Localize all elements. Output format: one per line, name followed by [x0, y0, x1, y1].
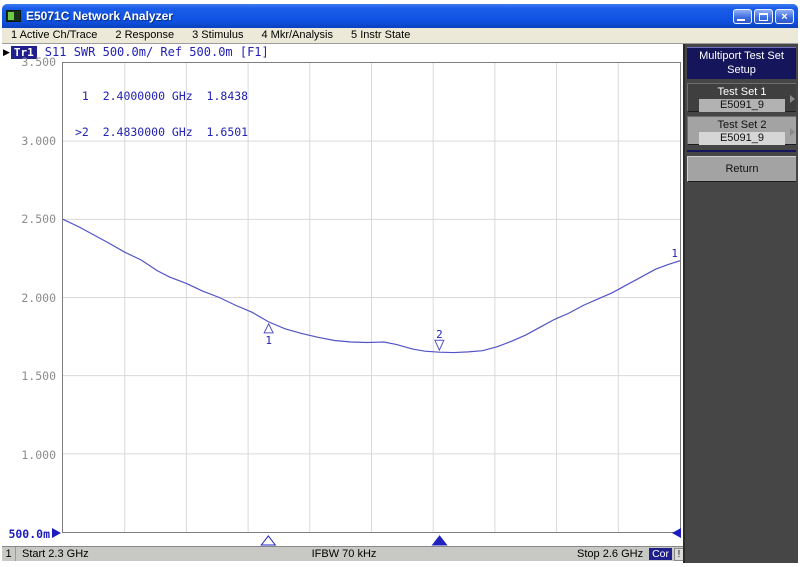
y-axis-label: 1.000	[21, 448, 56, 462]
softkey-sidebar: Multiport Test Set Setup Test Set 1 E509…	[683, 44, 798, 563]
submenu-arrow-icon	[790, 95, 795, 103]
softkey-test-set-1[interactable]: Test Set 1 E5091_9	[687, 83, 796, 112]
menu-bar: 1 Active Ch/Trace 2 Response 3 Stimulus …	[2, 28, 798, 44]
marker-1-stimulus-indicator[interactable]	[260, 535, 277, 546]
marker-position-strip	[260, 535, 448, 546]
menu-stimulus[interactable]: 3 Stimulus	[183, 28, 252, 43]
softkey-return-button[interactable]: Return	[687, 156, 796, 182]
window-title: E5071C Network Analyzer	[26, 9, 173, 23]
reference-level-label: 500.0m	[8, 527, 50, 541]
restore-icon	[759, 12, 768, 21]
window-controls: ×	[733, 8, 794, 24]
graph-area: 1 2 1 1 2.4000000 GHz 1.8438 >2 2.4830000 …	[62, 62, 681, 533]
menu-response[interactable]: 2 Response	[106, 28, 183, 43]
y-axis-label: 3.000	[21, 134, 56, 148]
channel-number: 1	[2, 547, 16, 561]
submenu-arrow-icon	[790, 128, 795, 136]
softkey-test-set-2-value: E5091_9	[699, 132, 785, 145]
status-bar-right: Stop 2.6 GHz Cor !	[577, 547, 686, 561]
reference-level-arrow-left-icon[interactable]	[52, 528, 61, 538]
softkey-menu-title: Multiport Test Set Setup	[687, 47, 796, 79]
softkey-test-set-1-label: Test Set 1	[717, 86, 767, 98]
status-bar: 1 Start 2.3 GHz IFBW 70 kHz Stop 2.6 GHz…	[2, 546, 686, 561]
marker-1-number: 1	[265, 334, 272, 347]
marker-readout: 1 2.4000000 GHz 1.8438 >2 2.4830000 GHz …	[75, 66, 248, 162]
marker-2-glyph[interactable]	[434, 339, 445, 352]
menu-instr-state[interactable]: 5 Instr State	[342, 28, 419, 43]
close-button[interactable]: ×	[775, 8, 794, 24]
marker-2-number: 2	[436, 328, 443, 341]
marker-2-stimulus-indicator[interactable]	[431, 535, 448, 546]
app-icon	[6, 10, 21, 22]
trace-parameters-text: S11 SWR 500.0m/ Ref 500.0m [F1]	[44, 45, 269, 59]
y-axis-label: 2.500	[21, 212, 56, 226]
y-axis-label: 2.000	[21, 291, 56, 305]
ifbw-label: IFBW 70 kHz	[311, 548, 377, 560]
softkey-test-set-2[interactable]: Test Set 2 E5091_9	[687, 116, 796, 145]
sweep-stop-label: Stop 2.6 GHz	[577, 548, 644, 560]
softkey-test-set-2-label: Test Set 2	[717, 119, 767, 131]
marker-readout-row-1: 1 2.4000000 GHz 1.8438	[75, 89, 249, 103]
sidebar-separator	[687, 150, 796, 152]
restore-button[interactable]	[754, 8, 773, 24]
y-axis-label: 1.500	[21, 369, 56, 383]
menu-mkr-analysis[interactable]: 4 Mkr/Analysis	[252, 28, 342, 43]
close-icon: ×	[781, 10, 788, 23]
minimize-icon	[737, 18, 745, 21]
softkey-test-set-1-value: E5091_9	[699, 99, 785, 112]
minimize-button[interactable]	[733, 8, 752, 24]
sweep-start-label: Start 2.3 GHz	[22, 548, 89, 560]
trace-end-label: 1	[671, 247, 678, 260]
title-bar: E5071C Network Analyzer ×	[2, 4, 798, 28]
menu-active-ch-trace[interactable]: 1 Active Ch/Trace	[2, 28, 106, 43]
marker-readout-row-2: >2 2.4830000 GHz 1.6501	[75, 125, 249, 139]
y-axis-label: 3.500	[21, 55, 56, 69]
marker-1-glyph[interactable]	[263, 322, 274, 334]
correction-status-badge: Cor	[649, 548, 672, 560]
